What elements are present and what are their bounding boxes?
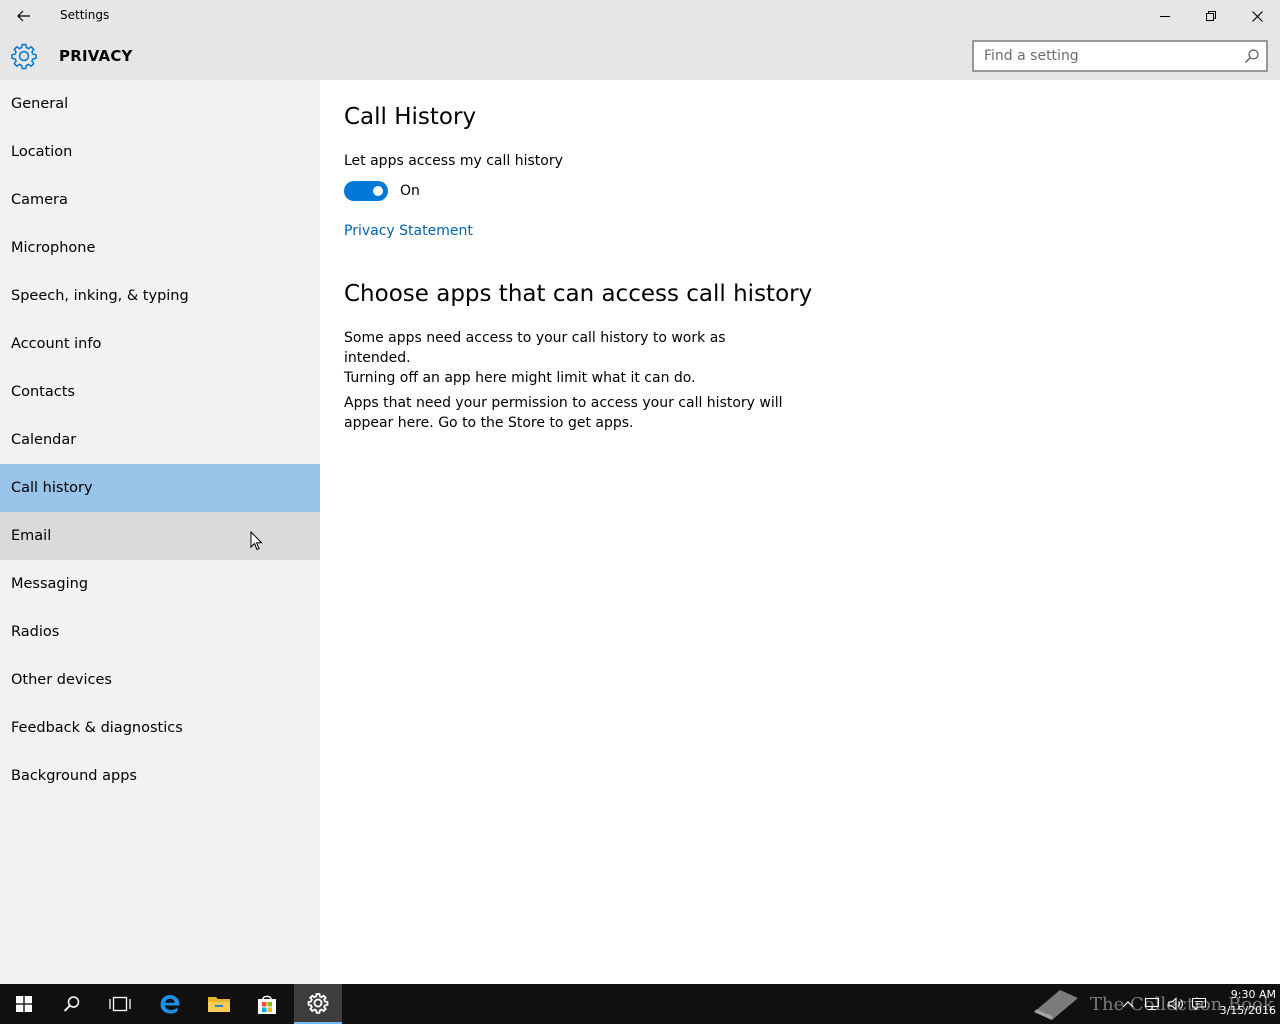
sidebar-item-location[interactable]: Location <box>0 128 320 176</box>
search-icon <box>63 996 80 1012</box>
chevron-up-icon <box>1122 1001 1134 1008</box>
volume-tray-button[interactable] <box>1166 994 1186 1014</box>
store-app[interactable] <box>243 984 291 1024</box>
page-title: PRIVACY <box>59 47 133 65</box>
restore-icon <box>1206 11 1216 21</box>
volume-icon <box>1168 997 1183 1011</box>
main-content: Call History Let apps access my call his… <box>320 80 1280 984</box>
task-view-icon <box>109 996 131 1012</box>
sidebar-item-messaging[interactable]: Messaging <box>0 560 320 608</box>
back-button[interactable] <box>0 0 48 32</box>
settings-icon <box>307 993 329 1014</box>
settings-header: PRIVACY <box>0 32 1280 80</box>
choose-apps-heading: Choose apps that can access call history <box>344 281 813 307</box>
sidebar-item-background-apps[interactable]: Background apps <box>0 752 320 800</box>
clock-date: 3/15/2016 <box>1219 1004 1276 1017</box>
no-apps-paragraph: Apps that need your permission to access… <box>344 393 784 433</box>
section-heading: Call History <box>344 104 477 130</box>
sidebar-item-camera[interactable]: Camera <box>0 176 320 224</box>
toggle-label: Let apps access my call history <box>344 153 563 169</box>
taskbar-clock[interactable]: 9:30 AM 3/15/2016 <box>1210 987 1276 1019</box>
privacy-statement-link[interactable]: Privacy Statement <box>344 223 473 239</box>
search-input[interactable] <box>974 42 1234 70</box>
close-icon <box>1251 10 1263 22</box>
start-button[interactable] <box>0 984 48 1024</box>
settings-app[interactable] <box>294 984 342 1024</box>
clock-time: 9:30 AM <box>1230 988 1276 1001</box>
sidebar-item-general[interactable]: General <box>0 80 320 128</box>
search-box[interactable] <box>972 40 1268 72</box>
sidebar-item-feedback[interactable]: Feedback & diagnostics <box>0 704 320 752</box>
store-icon <box>258 995 276 1014</box>
sidebar-item-call-history[interactable]: Call history <box>0 464 320 512</box>
description-paragraph: Some apps need access to your call histo… <box>344 328 784 388</box>
taskbar: The Collection Book 9:30 AM 3/15/2016 <box>0 984 1280 1024</box>
title-bar: Settings <box>0 0 1280 32</box>
sidebar-nav: General Location Camera Microphone Speec… <box>0 80 320 984</box>
no-apps-line-1: Apps that need your permission to access… <box>344 395 783 411</box>
file-explorer-icon <box>208 997 230 1012</box>
sidebar-item-radios[interactable]: Radios <box>0 608 320 656</box>
network-icon <box>1144 997 1160 1011</box>
close-button[interactable] <box>1234 0 1280 32</box>
sidebar-item-other-devices[interactable]: Other devices <box>0 656 320 704</box>
sidebar-item-speech[interactable]: Speech, inking, & typing <box>0 272 320 320</box>
search-icon[interactable] <box>1244 48 1260 64</box>
call-history-toggle[interactable] <box>344 181 388 201</box>
edge-app[interactable] <box>146 984 194 1024</box>
file-explorer-app[interactable] <box>195 984 243 1024</box>
notification-icon <box>1191 997 1207 1011</box>
description-line-1: Some apps need access to your call histo… <box>344 330 726 366</box>
restore-button[interactable] <box>1188 0 1234 32</box>
gear-icon <box>11 43 37 70</box>
mouse-cursor-icon <box>250 531 263 551</box>
window-title: Settings <box>60 8 110 22</box>
sidebar-item-email[interactable]: Email <box>0 512 320 560</box>
network-tray-button[interactable] <box>1142 994 1162 1014</box>
toggle-state-label: On <box>400 183 420 199</box>
sidebar-item-contacts[interactable]: Contacts <box>0 368 320 416</box>
toggle-knob <box>373 186 383 196</box>
action-center-button[interactable] <box>1189 994 1209 1014</box>
show-hidden-icons-button[interactable] <box>1118 994 1138 1014</box>
minimize-icon <box>1160 16 1170 17</box>
book-icon <box>1034 990 1078 1020</box>
sidebar-item-calendar[interactable]: Calendar <box>0 416 320 464</box>
task-view-button[interactable] <box>96 984 144 1024</box>
minimize-button[interactable] <box>1142 0 1188 32</box>
description-line-2: Turning off an app here might limit what… <box>344 370 696 386</box>
back-arrow-icon <box>17 10 30 22</box>
windows-logo-icon <box>16 996 32 1012</box>
no-apps-line-2: appear here. Go to the Store to get apps… <box>344 415 634 431</box>
sidebar-item-account-info[interactable]: Account info <box>0 320 320 368</box>
sidebar-item-microphone[interactable]: Microphone <box>0 224 320 272</box>
taskbar-search-button[interactable] <box>48 984 96 1024</box>
edge-icon <box>160 995 180 1014</box>
